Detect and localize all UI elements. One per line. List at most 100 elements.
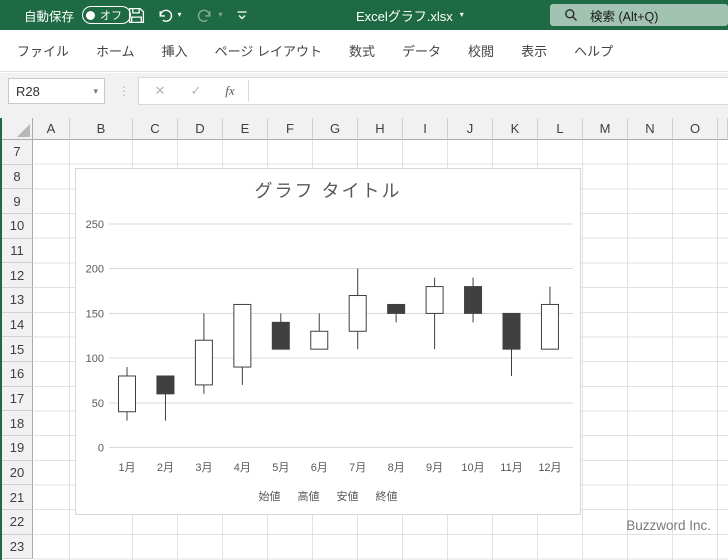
column-header-M[interactable]: M: [583, 118, 628, 140]
candle-down[interactable]: [502, 312, 521, 350]
candle-up[interactable]: [118, 375, 136, 413]
x-axis-label: 6月: [311, 462, 328, 474]
legend-item-2[interactable]: 安値: [337, 488, 359, 504]
watermark-text: Buzzword Inc.: [626, 518, 711, 533]
row-header-7[interactable]: 7: [2, 140, 33, 165]
column-header-G[interactable]: G: [313, 118, 358, 140]
column-header-B[interactable]: B: [70, 118, 133, 140]
grid-line: [69, 140, 70, 560]
column-header-N[interactable]: N: [628, 118, 673, 140]
row-header-18[interactable]: 18: [2, 411, 33, 437]
formula-bar-buttons-area: ✕ ✓ fx: [138, 77, 728, 105]
candle-up[interactable]: [194, 339, 213, 386]
undo-icon: [160, 9, 173, 22]
row-header-12[interactable]: 12: [2, 263, 33, 289]
column-header-I[interactable]: I: [403, 118, 448, 140]
customize-toolbar-icon: [237, 10, 247, 19]
x-axis-label: 11月: [500, 462, 522, 474]
row-header-17[interactable]: 17: [2, 386, 33, 412]
grid-line: [582, 140, 583, 560]
ribbon-tab-5[interactable]: データ: [402, 41, 441, 60]
row-header-8[interactable]: 8: [2, 164, 33, 190]
row-header-22[interactable]: 22: [2, 510, 33, 535]
x-axis-label: 3月: [195, 462, 212, 474]
insert-function-button[interactable]: fx: [215, 78, 245, 104]
legend-item-1[interactable]: 高値: [298, 488, 320, 504]
fx-icon: fx: [225, 83, 235, 98]
column-header-K[interactable]: K: [493, 118, 538, 140]
row-header-15[interactable]: 15: [2, 337, 33, 363]
y-axis-tick: 150: [86, 308, 104, 320]
column-header-F[interactable]: F: [268, 118, 313, 140]
x-axis-label: 5月: [272, 462, 289, 474]
undo-button[interactable]: ▾: [152, 0, 186, 30]
autosave-toggle-knob: [86, 10, 96, 20]
candle-down[interactable]: [156, 375, 175, 395]
column-header-H[interactable]: H: [358, 118, 403, 140]
ribbon-tab-1[interactable]: ホーム: [96, 41, 135, 60]
name-box-dropdown-icon[interactable]: ▾: [93, 86, 104, 97]
enter-button: ✓: [181, 78, 211, 104]
row-header-10[interactable]: 10: [2, 214, 33, 239]
column-header-A[interactable]: A: [33, 118, 70, 140]
ribbon-tab-3[interactable]: ページ レイアウト: [215, 41, 322, 60]
undo-dropdown-icon[interactable]: ▾: [177, 11, 181, 19]
select-all-corner[interactable]: [2, 118, 33, 140]
chart-plot-area: 0 50 100 150 200 250 1月 2月 3月 4月 5月 6月 7月 8月 9月 10月 11月 1…: [86, 219, 573, 474]
document-title-label: Excelグラフ.xlsx: [356, 8, 453, 24]
candle-down[interactable]: [387, 303, 406, 314]
name-box[interactable]: R28 ▾: [8, 78, 105, 104]
ribbon-tab-6[interactable]: 校閲: [468, 41, 494, 60]
x-axis-label: 7月: [349, 462, 366, 474]
legend-item-3[interactable]: 終値: [376, 488, 398, 504]
candle-up[interactable]: [233, 303, 252, 368]
column-header-E[interactable]: E: [223, 118, 268, 140]
column-header-O[interactable]: O: [673, 118, 718, 140]
ribbon-tab-2[interactable]: 挿入: [162, 41, 188, 60]
titlebar: 自動保存 オフ ▾ ▾ Excelグラフ.xlsx ▾ 検索 (Alt+Q): [0, 0, 728, 30]
candle-down[interactable]: [271, 321, 290, 350]
row-header-19[interactable]: 19: [2, 436, 33, 461]
candle-up[interactable]: [310, 330, 329, 350]
candle-up[interactable]: [425, 286, 444, 314]
ribbon-tab-7[interactable]: 表示: [521, 41, 547, 60]
x-axis-label: 2月: [157, 462, 174, 474]
stock-chart[interactable]: グラフ タイトル 0 50 100 150 200 250 1月 2月 3月 4月 5月 6月 7月 8月…: [75, 168, 581, 515]
document-title[interactable]: Excelグラフ.xlsx ▾: [356, 0, 464, 30]
row-header-13[interactable]: 13: [2, 288, 33, 313]
ribbon-tab-4[interactable]: 数式: [349, 41, 375, 60]
formula-input[interactable]: [251, 78, 728, 104]
ribbon-tab-8[interactable]: ヘルプ: [574, 41, 613, 60]
column-header-D[interactable]: D: [178, 118, 223, 140]
row-header-21[interactable]: 21: [2, 485, 33, 511]
y-axis-tick: 250: [86, 219, 104, 231]
row-header-9[interactable]: 9: [2, 189, 33, 215]
row-header-16[interactable]: 16: [2, 362, 33, 387]
document-title-dropdown-icon: ▾: [459, 10, 464, 19]
legend-item-0[interactable]: 始値: [259, 488, 281, 504]
x-axis-label: 12月: [538, 462, 561, 474]
row-header-20[interactable]: 20: [2, 460, 33, 486]
candle-down[interactable]: [464, 286, 483, 314]
search-box[interactable]: 検索 (Alt+Q): [550, 4, 728, 26]
column-header-partial[interactable]: [718, 118, 728, 140]
x-axis-label: 1月: [118, 462, 135, 474]
formula-bar-separator-dots: ⋮: [118, 84, 130, 98]
row-header-14[interactable]: 14: [2, 312, 33, 338]
save-button[interactable]: [124, 0, 148, 30]
redo-dropdown-icon: ▾: [218, 10, 223, 19]
row-header-11[interactable]: 11: [2, 238, 33, 264]
customize-quick-access-button[interactable]: [232, 0, 252, 30]
column-header-C[interactable]: C: [133, 118, 178, 140]
candle-up[interactable]: [348, 295, 367, 332]
cancel-button: ✕: [145, 78, 175, 104]
row-header-23[interactable]: 23: [2, 534, 33, 560]
column-header-L[interactable]: L: [538, 118, 583, 140]
ribbon-tab-0[interactable]: ファイル: [17, 41, 69, 60]
x-axis-label: 8月: [388, 462, 405, 474]
chart-legend[interactable]: 始値 高値 安値 終値: [76, 488, 580, 504]
candle-up[interactable]: [540, 303, 559, 350]
column-header-J[interactable]: J: [448, 118, 493, 140]
excel-window: 自動保存 オフ ▾ ▾ Excelグラフ.xlsx ▾ 検索 (Alt+Q) フ…: [0, 0, 728, 560]
name-box-value: R28: [16, 83, 40, 99]
